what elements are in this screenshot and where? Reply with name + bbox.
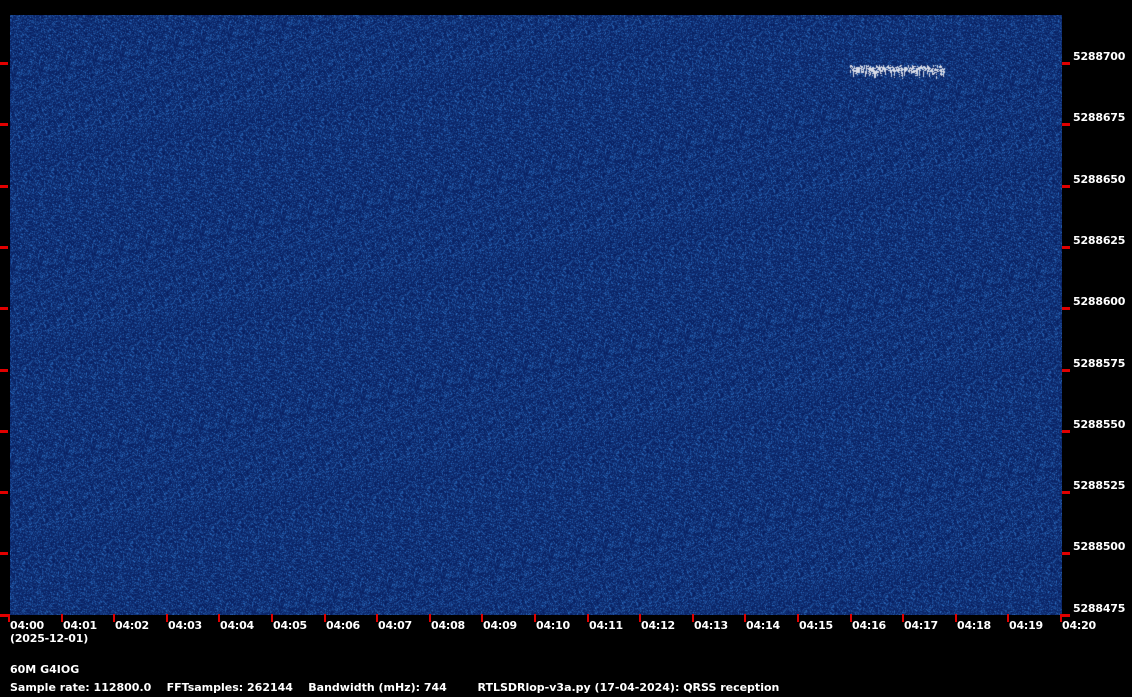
right-tick xyxy=(1062,614,1070,617)
right-tick xyxy=(1062,552,1070,555)
program-info: RTLSDRlop-v3a.py (17-04-2024): QRSS rece… xyxy=(477,681,780,694)
time-label: 04:01 xyxy=(63,619,98,632)
bandwidth: Bandwidth (mHz): 744 xyxy=(308,681,447,694)
time-label: 04:09 xyxy=(483,619,518,632)
frequency-label: 5288525 xyxy=(1073,479,1126,492)
left-tick xyxy=(0,491,8,494)
right-tick xyxy=(1062,185,1070,188)
time-label: 04:05 xyxy=(273,619,308,632)
time-label: 04:17 xyxy=(904,619,939,632)
time-label: 04:08 xyxy=(431,619,466,632)
left-tick xyxy=(0,614,8,617)
info-line: Sample rate: 112800.0 FFTsamples: 262144… xyxy=(10,681,779,694)
time-label: 04:19 xyxy=(1009,619,1044,632)
right-tick xyxy=(1062,491,1070,494)
left-tick xyxy=(0,552,8,555)
time-label: 04:20 xyxy=(1062,619,1097,632)
right-tick xyxy=(1062,307,1070,310)
frequency-label: 5288500 xyxy=(1073,540,1126,553)
right-tick xyxy=(1062,430,1070,433)
sample-rate: Sample rate: 112800.0 xyxy=(10,681,152,694)
frequency-label: 5288475 xyxy=(1073,602,1126,615)
station-label: 60M G4IOG xyxy=(10,663,80,676)
time-label: 04:06 xyxy=(326,619,361,632)
left-tick xyxy=(0,246,8,249)
right-tick xyxy=(1062,246,1070,249)
left-tick xyxy=(0,430,8,433)
frequency-label: 5288700 xyxy=(1073,50,1126,63)
right-tick xyxy=(1062,123,1070,126)
left-tick xyxy=(0,185,8,188)
left-tick xyxy=(0,369,8,372)
frequency-label: 5288575 xyxy=(1073,357,1126,370)
frequency-label: 5288675 xyxy=(1073,111,1126,124)
time-label: 04:04 xyxy=(220,619,255,632)
time-label: 04:00 xyxy=(10,619,45,632)
time-label: 04:13 xyxy=(694,619,729,632)
left-tick xyxy=(0,62,8,65)
frequency-label: 5288650 xyxy=(1073,173,1126,186)
time-label: 04:16 xyxy=(852,619,887,632)
time-label: 04:14 xyxy=(746,619,781,632)
time-label: 04:15 xyxy=(799,619,834,632)
time-label: 04:11 xyxy=(589,619,624,632)
left-tick xyxy=(0,123,8,126)
right-tick xyxy=(1062,369,1070,372)
date-label: (2025-12-01) xyxy=(10,632,89,645)
right-tick xyxy=(1062,62,1070,65)
waterfall-spectrogram xyxy=(10,15,1062,615)
time-label: 04:02 xyxy=(115,619,150,632)
time-label: 04:03 xyxy=(168,619,203,632)
time-label: 04:18 xyxy=(957,619,992,632)
frequency-label: 5288625 xyxy=(1073,234,1126,247)
frequency-label: 5288600 xyxy=(1073,295,1126,308)
time-label: 04:07 xyxy=(378,619,413,632)
left-tick xyxy=(0,307,8,310)
fft-samples: FFTsamples: 262144 xyxy=(166,681,293,694)
frequency-label: 5288550 xyxy=(1073,418,1126,431)
time-label: 04:12 xyxy=(641,619,676,632)
time-label: 04:10 xyxy=(536,619,571,632)
